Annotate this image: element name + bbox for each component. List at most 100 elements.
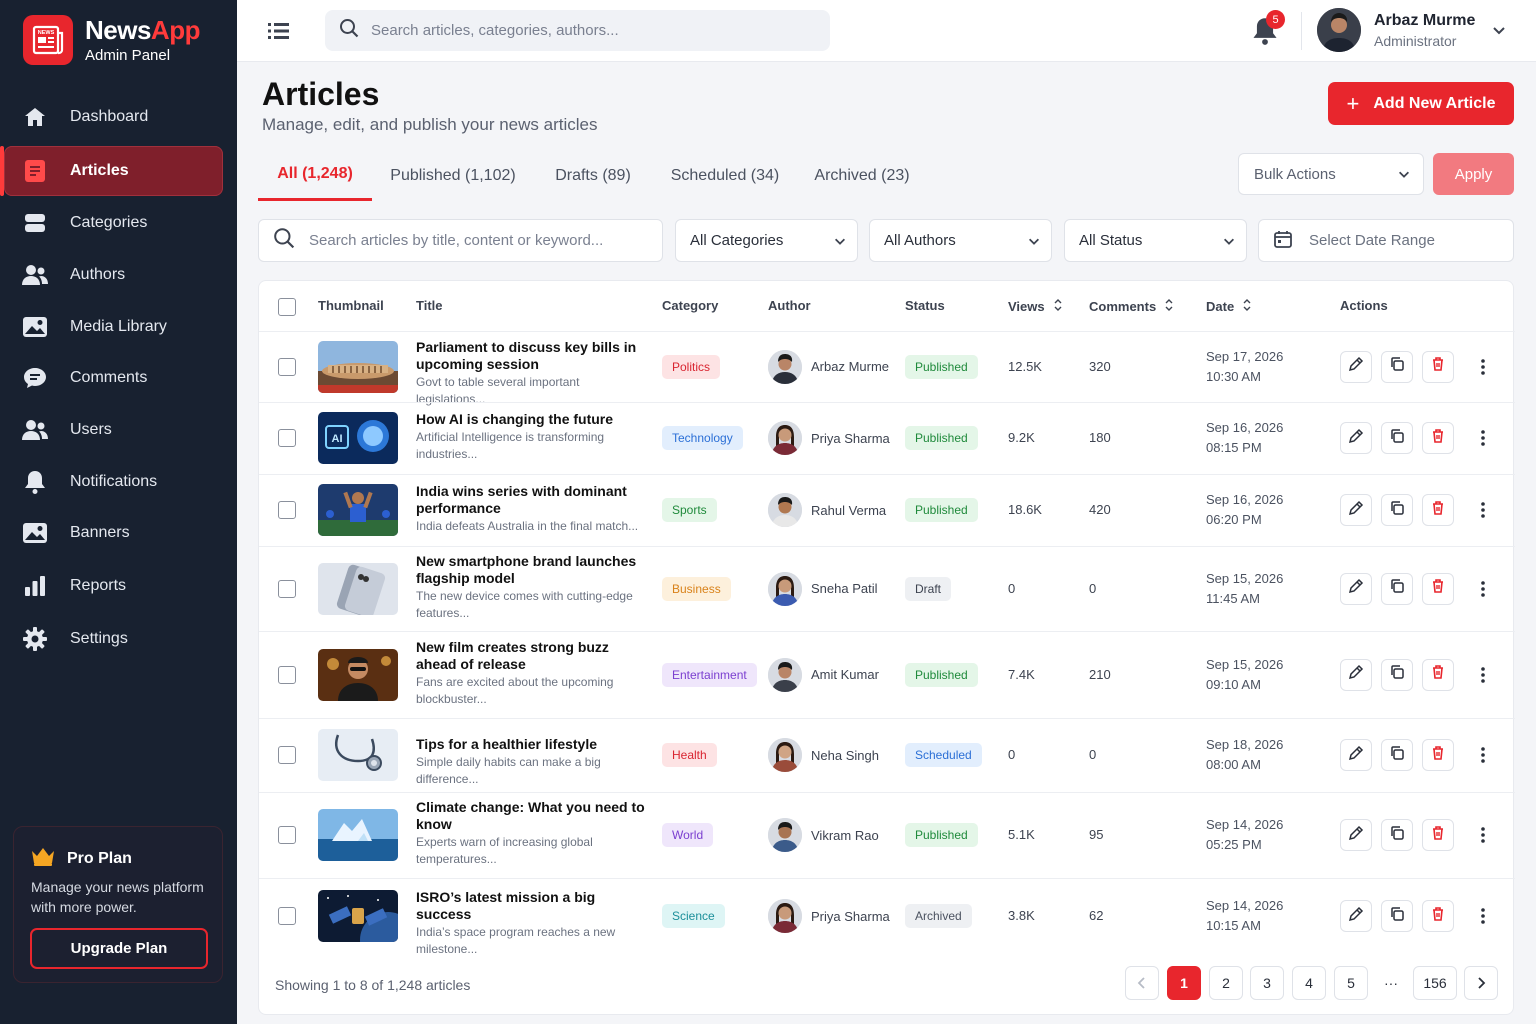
row-checkbox[interactable] [278, 429, 296, 447]
article-search-input[interactable] [309, 232, 649, 249]
article-title[interactable]: New smartphone brand launches flagship m… [416, 553, 652, 587]
more-options-icon[interactable] [1475, 825, 1491, 845]
duplicate-button[interactable] [1381, 739, 1413, 771]
sidebar-item-media-library[interactable]: Media Library [4, 302, 223, 352]
header-views[interactable]: Views [1008, 298, 1063, 315]
tab-published[interactable]: Published (1,102) [383, 150, 523, 201]
sidebar-item-notifications[interactable]: Notifications [4, 457, 223, 507]
svg-text:AI: AI [332, 433, 343, 445]
author-filter[interactable]: All Authors [869, 219, 1052, 262]
user-menu[interactable]: Arbaz Murme Administrator [1317, 8, 1475, 52]
header-comments[interactable]: Comments [1089, 298, 1174, 315]
category-filter[interactable]: All Categories [675, 219, 858, 262]
row-checkbox[interactable] [278, 357, 296, 376]
edit-button[interactable] [1340, 739, 1372, 771]
row-checkbox[interactable] [278, 665, 296, 684]
edit-button[interactable] [1340, 422, 1372, 454]
comment-icon [22, 365, 48, 391]
sidebar-item-banners[interactable]: Banners [4, 508, 223, 558]
duplicate-button[interactable] [1381, 494, 1413, 526]
sidebar-item-categories[interactable]: Categories [4, 198, 223, 248]
chevron-down-icon[interactable] [1491, 22, 1507, 38]
more-options-icon[interactable] [1475, 906, 1491, 926]
author-cell: Priya Sharma [768, 421, 890, 455]
sidebar-item-articles[interactable]: Articles [0, 146, 223, 196]
edit-button[interactable] [1340, 494, 1372, 526]
page-button[interactable]: 4 [1292, 966, 1326, 1000]
delete-button[interactable] [1422, 572, 1454, 605]
page-button[interactable]: 2 [1209, 966, 1243, 1000]
status-filter[interactable]: All Status [1064, 219, 1247, 262]
article-title[interactable]: Parliament to discuss key bills in upcom… [416, 339, 652, 373]
add-new-article-button[interactable]: + Add New Article [1328, 82, 1514, 125]
edit-button[interactable] [1340, 819, 1372, 851]
article-title[interactable]: New film creates strong buzz ahead of re… [416, 639, 652, 673]
sidebar-item-users[interactable]: Users [4, 405, 223, 455]
search-icon [273, 227, 295, 254]
prev-page-button[interactable] [1125, 966, 1159, 1000]
delete-button[interactable] [1422, 658, 1454, 691]
delete-button[interactable] [1422, 350, 1454, 383]
pencil-icon [1348, 578, 1364, 599]
tab-drafts[interactable]: Drafts (89) [542, 150, 644, 201]
article-title[interactable]: Climate change: What you need to know [416, 799, 652, 833]
more-options-icon[interactable] [1475, 579, 1491, 599]
delete-button[interactable] [1422, 422, 1454, 454]
brand[interactable]: NEWS NewsApp Admin Panel [23, 15, 200, 65]
pencil-icon [1348, 664, 1364, 685]
row-checkbox[interactable] [278, 746, 296, 764]
row-checkbox[interactable] [278, 826, 296, 844]
page-button[interactable]: 1 [1167, 966, 1201, 1000]
more-options-icon[interactable] [1475, 357, 1491, 377]
duplicate-button[interactable] [1381, 572, 1413, 605]
tab-archived[interactable]: Archived (23) [807, 150, 917, 201]
duplicate-button[interactable] [1381, 900, 1413, 932]
more-options-icon[interactable] [1475, 745, 1491, 765]
apply-button[interactable]: Apply [1433, 153, 1514, 195]
page-button[interactable]: 156 [1413, 966, 1457, 1000]
next-page-button[interactable] [1464, 966, 1498, 1000]
pencil-icon [1348, 356, 1364, 377]
page-button[interactable]: 5 [1334, 966, 1368, 1000]
article-title[interactable]: ISRO’s latest mission a big success [416, 889, 652, 923]
edit-button[interactable] [1340, 658, 1372, 691]
bulk-actions-select[interactable]: Bulk Actions [1238, 153, 1424, 195]
delete-button[interactable] [1422, 819, 1454, 851]
sidebar-item-comments[interactable]: Comments [4, 353, 223, 403]
page-button[interactable]: 3 [1250, 966, 1284, 1000]
article-title[interactable]: Tips for a healthier lifestyle [416, 736, 652, 753]
duplicate-button[interactable] [1381, 422, 1413, 454]
delete-button[interactable] [1422, 900, 1454, 932]
header-date[interactable]: Date [1206, 298, 1252, 315]
sidebar-item-dashboard[interactable]: Dashboard [4, 92, 223, 142]
row-checkbox[interactable] [278, 501, 296, 519]
edit-button[interactable] [1340, 572, 1372, 605]
sidebar-item-authors[interactable]: Authors [4, 250, 223, 300]
sidebar-item-reports[interactable]: Reports [4, 561, 223, 611]
delete-button[interactable] [1422, 739, 1454, 771]
edit-button[interactable] [1340, 900, 1372, 932]
tab-all[interactable]: All (1,248) [258, 150, 372, 201]
more-options-icon[interactable] [1475, 500, 1491, 520]
sidebar-item-settings[interactable]: Settings [4, 614, 223, 664]
tab-scheduled[interactable]: Scheduled (34) [662, 150, 788, 201]
global-search-input[interactable] [371, 22, 811, 39]
delete-button[interactable] [1422, 494, 1454, 526]
date-range-picker[interactable]: Select Date Range [1258, 219, 1514, 262]
select-all-checkbox[interactable] [278, 298, 296, 316]
more-options-icon[interactable] [1475, 665, 1491, 685]
more-options-icon[interactable] [1475, 428, 1491, 448]
pencil-icon [1348, 825, 1364, 846]
article-title[interactable]: How AI is changing the future [416, 411, 652, 428]
edit-button[interactable] [1340, 350, 1372, 383]
menu-toggle-icon[interactable] [265, 18, 291, 44]
duplicate-button[interactable] [1381, 819, 1413, 851]
row-checkbox[interactable] [278, 579, 296, 598]
row-checkbox[interactable] [278, 907, 296, 925]
upgrade-plan-button[interactable]: Upgrade Plan [30, 928, 208, 969]
duplicate-button[interactable] [1381, 658, 1413, 691]
article-title[interactable]: India wins series with dominant performa… [416, 483, 652, 517]
views-count: 9.2K [1008, 430, 1035, 445]
status-badge: Scheduled [905, 743, 982, 767]
duplicate-button[interactable] [1381, 350, 1413, 383]
